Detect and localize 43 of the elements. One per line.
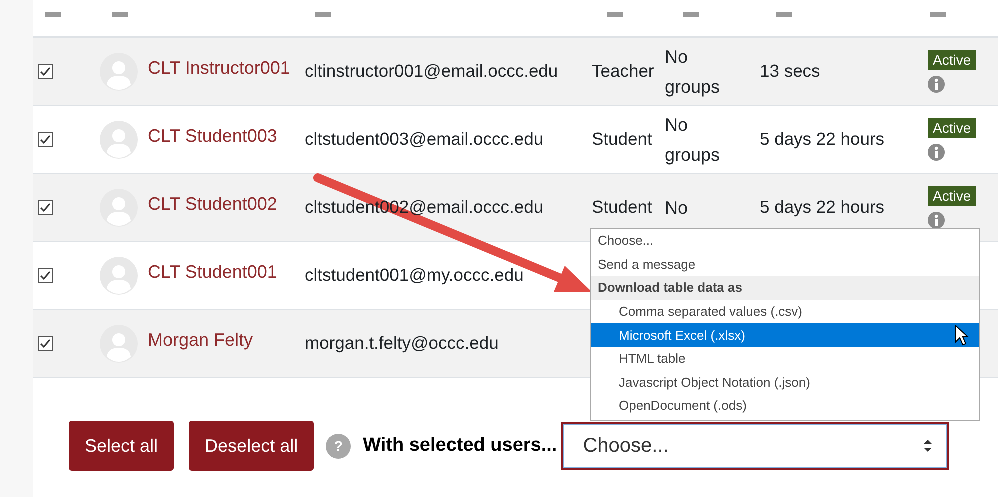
user-name-link[interactable]: CLT Instructor001 — [148, 58, 290, 79]
option-group-label: Download table data as — [591, 276, 979, 300]
last-access-text: 13 secs — [760, 61, 822, 82]
info-icon[interactable] — [928, 76, 945, 93]
email-text: cltstudent001@my.occc.edu — [305, 265, 525, 286]
checkbox[interactable] — [38, 200, 53, 215]
user-name-link[interactable]: Morgan Felty — [148, 330, 254, 351]
info-icon[interactable] — [928, 212, 945, 229]
dropdown-option[interactable]: Comma separated values (.csv) — [591, 300, 979, 324]
up-down-caret-icon — [923, 439, 934, 453]
info-icon[interactable] — [928, 144, 945, 161]
email-text: morgan.t.felty@occc.edu — [305, 333, 500, 354]
status-badge: Active — [928, 186, 976, 206]
status-badge: Active — [928, 118, 976, 138]
role-text: Teacher — [592, 61, 656, 82]
status-badge: Active — [928, 50, 976, 70]
checkbox[interactable] — [38, 132, 53, 147]
checkbox[interactable] — [38, 268, 53, 283]
email-text: cltinstructor001@email.occc.edu — [305, 61, 560, 82]
dropdown-option[interactable]: HTML table — [591, 346, 979, 371]
dropdown-option[interactable]: Javascript Object Notation (.json) — [591, 370, 979, 394]
pointer-icon — [955, 325, 971, 348]
user-name-link[interactable]: CLT Student002 — [148, 194, 278, 215]
role-text: Student — [592, 197, 654, 218]
groups-text: No groups — [665, 46, 722, 99]
action-select[interactable]: Choose... — [561, 422, 950, 470]
groups-text: No — [665, 196, 690, 220]
checkbox[interactable] — [38, 64, 53, 79]
dropdown-option[interactable]: Microsoft Excel (.xlsx) — [591, 323, 979, 347]
last-access-text: 5 days 22 hours — [760, 197, 886, 218]
checkbox[interactable] — [38, 336, 53, 351]
deselect-all-button[interactable]: Deselect all — [189, 421, 314, 471]
with-selected-label: With selected users... — [363, 435, 558, 457]
email-text: cltstudent003@email.occc.edu — [305, 129, 545, 150]
dropdown-option[interactable]: Choose... — [591, 229, 979, 253]
user-name-link[interactable]: CLT Student003 — [148, 126, 278, 147]
dropdown-option[interactable]: Send a message — [591, 252, 979, 276]
last-access-text: 5 days 22 hours — [760, 129, 886, 150]
groups-text: No groups — [665, 114, 722, 167]
dropdown-option[interactable]: OpenDocument (.ods) — [591, 394, 979, 418]
role-text: Student — [592, 129, 654, 150]
select-all-button[interactable]: Select all — [69, 421, 174, 471]
user-name-link[interactable]: CLT Student001 — [148, 262, 278, 283]
